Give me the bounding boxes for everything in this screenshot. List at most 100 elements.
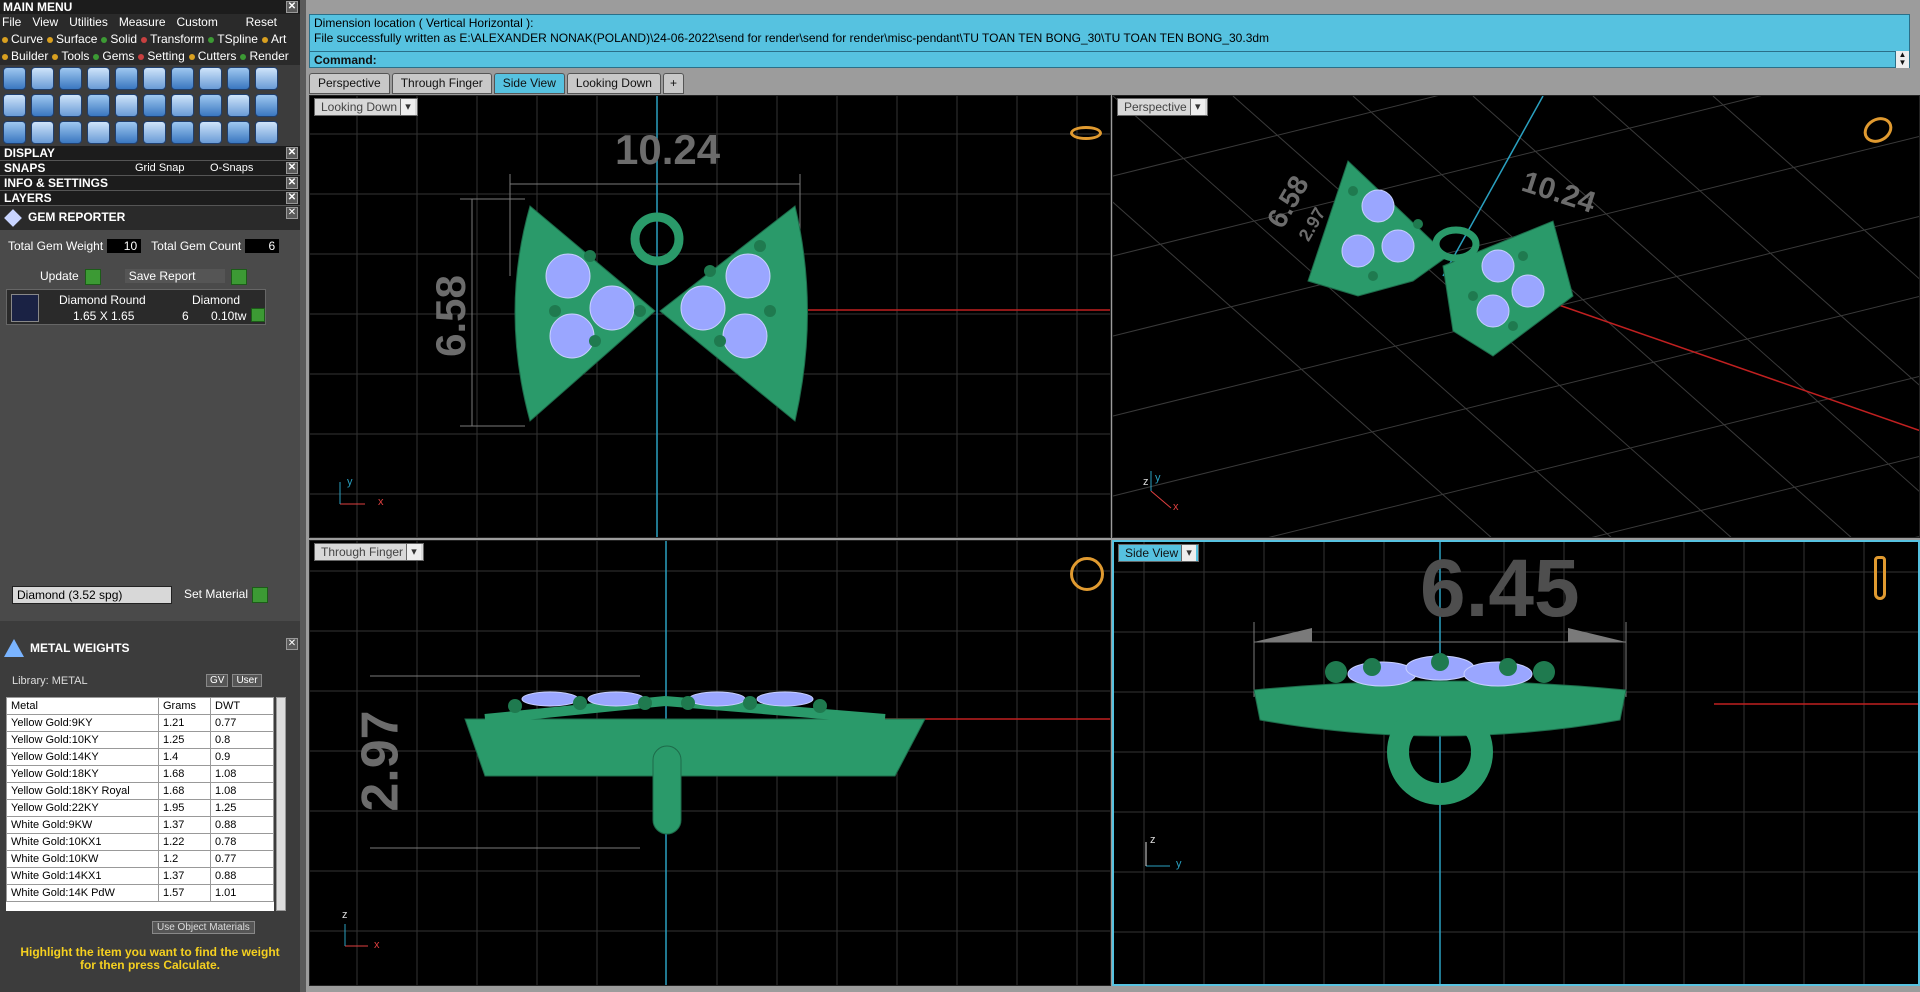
- tool-icon[interactable]: [31, 67, 54, 90]
- table-row[interactable]: Yellow Gold:18KY 1.68 1.08: [6, 765, 274, 783]
- viewport-label[interactable]: Looking Down: [314, 98, 419, 116]
- close-icon[interactable]: ✕: [286, 177, 298, 189]
- menu-custom[interactable]: Custom: [177, 14, 218, 31]
- tool-icon[interactable]: [87, 94, 110, 117]
- tool-icon[interactable]: [143, 94, 166, 117]
- gv-toggle[interactable]: GV: [206, 674, 229, 687]
- table-row[interactable]: Yellow Gold:18KY Royal 1.68 1.08: [6, 782, 274, 800]
- o-snaps-toggle[interactable]: O-Snaps: [210, 161, 253, 176]
- section-info[interactable]: INFO & SETTINGS ✕: [0, 176, 300, 191]
- viewport-label[interactable]: Side View: [1118, 544, 1200, 562]
- tab-looking-down[interactable]: Looking Down: [566, 73, 661, 94]
- tool-icon[interactable]: [87, 67, 110, 90]
- tool-icon[interactable]: [199, 67, 222, 90]
- user-toggle[interactable]: User: [232, 674, 262, 687]
- tool-icon[interactable]: [171, 67, 194, 90]
- table-row[interactable]: Yellow Gold:9KY 1.21 0.77: [6, 714, 274, 732]
- tool-icon[interactable]: [31, 121, 54, 144]
- category-art[interactable]: Art: [261, 31, 286, 48]
- section-layers[interactable]: LAYERS ✕: [0, 191, 300, 206]
- viewport-label[interactable]: Through Finger: [314, 543, 425, 561]
- close-icon[interactable]: ✕: [286, 638, 298, 650]
- tool-icon[interactable]: [227, 94, 250, 117]
- section-display[interactable]: DISPLAY ✕: [0, 146, 300, 161]
- tool-icon[interactable]: [87, 121, 110, 144]
- use-object-materials-toggle[interactable]: Use Object Materials: [152, 921, 255, 934]
- table-row[interactable]: Yellow Gold:14KY 1.4 0.9: [6, 748, 274, 766]
- tool-icon[interactable]: [199, 94, 222, 117]
- tab-through-finger[interactable]: Through Finger: [391, 73, 492, 94]
- viewport-perspective[interactable]: Perspective 6.58 2.97 10.24 z y x: [1112, 95, 1920, 538]
- tool-icon[interactable]: [199, 121, 222, 144]
- tool-icon[interactable]: [59, 67, 82, 90]
- play-icon[interactable]: [251, 308, 265, 322]
- viewport-label[interactable]: Perspective: [1117, 98, 1208, 116]
- category-tspline[interactable]: TSpline: [208, 31, 258, 48]
- close-icon[interactable]: ✕: [286, 1, 298, 13]
- table-row[interactable]: White Gold:10KW 1.2 0.77: [6, 850, 274, 868]
- tool-icon[interactable]: [171, 121, 194, 144]
- category-curve[interactable]: Curve: [2, 31, 43, 48]
- tool-icon[interactable]: [255, 94, 278, 117]
- table-scrollbar[interactable]: [276, 697, 286, 911]
- viewport-looking-down[interactable]: Looking Down 10.24 6.58 y x: [309, 95, 1111, 538]
- table-row[interactable]: Yellow Gold:10KY 1.25 0.8: [6, 731, 274, 749]
- tool-icon[interactable]: [227, 67, 250, 90]
- table-row[interactable]: White Gold:10KX1 1.22 0.78: [6, 833, 274, 851]
- tool-icon[interactable]: [115, 121, 138, 144]
- category-builder[interactable]: Builder: [2, 48, 48, 65]
- close-icon[interactable]: ✕: [286, 192, 298, 204]
- category-solid[interactable]: Solid: [101, 31, 137, 48]
- menu-measure[interactable]: Measure: [119, 14, 166, 31]
- tool-icon[interactable]: [3, 94, 26, 117]
- menu-file[interactable]: File: [2, 14, 21, 31]
- tool-icon[interactable]: [255, 67, 278, 90]
- category-setting[interactable]: Setting: [138, 48, 185, 65]
- category-render[interactable]: Render: [240, 48, 289, 65]
- tool-icon[interactable]: [227, 121, 250, 144]
- update-button[interactable]: Update: [40, 269, 101, 285]
- close-icon[interactable]: ✕: [286, 162, 298, 174]
- category-transform[interactable]: Transform: [141, 31, 204, 48]
- tool-icon[interactable]: [59, 121, 82, 144]
- menu-utilities[interactable]: Utilities: [69, 14, 108, 31]
- close-icon[interactable]: ✕: [286, 147, 298, 159]
- viewport-through-finger[interactable]: Through Finger 2.97 z x: [309, 540, 1111, 986]
- tool-icon[interactable]: [171, 94, 194, 117]
- material-select[interactable]: Diamond (3.52 spg): [12, 586, 172, 604]
- grid-snap-toggle[interactable]: Grid Snap: [135, 161, 185, 176]
- category-surface[interactable]: Surface: [47, 31, 97, 48]
- category-gems[interactable]: Gems: [93, 48, 134, 65]
- gem-row[interactable]: Diamond Round Diamond 1.65 X 1.65 6 0.10…: [6, 289, 266, 325]
- category-cutters[interactable]: Cutters: [188, 48, 236, 65]
- tool-icon[interactable]: [115, 94, 138, 117]
- main-menu-title-text: MAIN MENU: [3, 0, 73, 14]
- command-input[interactable]: [382, 52, 1895, 68]
- tool-icon[interactable]: [31, 94, 54, 117]
- tool-icon[interactable]: [115, 67, 138, 90]
- section-snaps[interactable]: SNAPS Grid Snap O-Snaps ✕: [0, 161, 300, 176]
- tab-perspective[interactable]: Perspective: [309, 73, 390, 94]
- tool-icon[interactable]: [3, 67, 26, 90]
- set-material-button[interactable]: Set Material: [184, 587, 269, 603]
- tool-icon[interactable]: [143, 121, 166, 144]
- tool-icon[interactable]: [143, 67, 166, 90]
- category-label: Gems: [102, 49, 135, 63]
- close-icon[interactable]: ✕: [286, 207, 298, 219]
- table-row[interactable]: White Gold:14KX1 1.37 0.88: [6, 867, 274, 885]
- reset-button[interactable]: Reset: [246, 14, 277, 31]
- table-cell: White Gold:14KX1: [6, 867, 159, 885]
- viewport-side-view[interactable]: Side View 6.45 z y: [1112, 540, 1920, 986]
- add-tab-button[interactable]: +: [662, 73, 684, 94]
- table-row[interactable]: Yellow Gold:22KY 1.95 1.25: [6, 799, 274, 817]
- table-row[interactable]: White Gold:14K PdW 1.57 1.01: [6, 884, 274, 902]
- save-report-button[interactable]: Save Report: [124, 269, 248, 285]
- tab-side-view[interactable]: Side View: [493, 73, 565, 94]
- menu-view[interactable]: View: [32, 14, 58, 31]
- table-row[interactable]: White Gold:9KW 1.37 0.88: [6, 816, 274, 834]
- scroll-arrows-icon[interactable]: ▲ ▼: [1895, 51, 1909, 68]
- category-tools[interactable]: Tools: [52, 48, 89, 65]
- tool-icon[interactable]: [255, 121, 278, 144]
- tool-icon[interactable]: [3, 121, 26, 144]
- tool-icon[interactable]: [59, 94, 82, 117]
